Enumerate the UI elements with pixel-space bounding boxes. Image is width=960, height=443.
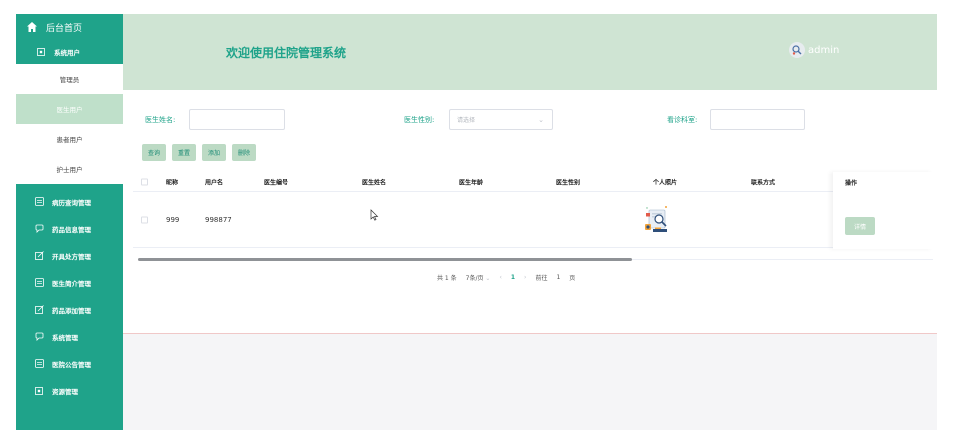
- reset-button[interactable]: 重置: [172, 144, 197, 161]
- next-page-button[interactable]: ›: [524, 274, 526, 281]
- cell-nickname: 999: [166, 215, 180, 224]
- page-number-1[interactable]: 1: [511, 274, 515, 281]
- query-button[interactable]: 查询: [142, 144, 167, 161]
- col-doctor-name: 医生姓名: [362, 179, 387, 186]
- page-size-select[interactable]: 7条/页 ⌄: [466, 273, 491, 282]
- square-icon: [34, 386, 44, 396]
- gender-label: 医生性别:: [404, 116, 435, 124]
- doctor-name-input[interactable]: [189, 109, 285, 130]
- sidebar-item-label: 病历查询管理: [52, 198, 91, 207]
- pagination-total: 共 1 条: [437, 275, 457, 282]
- username: admin: [808, 44, 840, 56]
- goto-label: 前往: [535, 275, 548, 282]
- sidebar-item-resources[interactable]: 资源管理: [16, 377, 123, 404]
- col-action: 操作: [845, 180, 858, 187]
- sidebar-item-nurse-user[interactable]: 护士用户: [16, 154, 123, 184]
- chat-icon: [34, 224, 44, 234]
- delete-button[interactable]: 删除: [232, 144, 257, 161]
- sidebar-home[interactable]: 后台首页: [16, 14, 123, 40]
- page-title: 欢迎使用住院管理系统: [226, 46, 347, 60]
- home-icon: [26, 21, 38, 33]
- app-root: 后台首页 系统用户 管理员 医生用户 患者用户 护士用户 病历查询管理 药品信息…: [0, 0, 960, 443]
- edit-icon: [34, 305, 44, 315]
- doctor-name-label: 医生姓名:: [145, 116, 176, 124]
- col-gender: 医生性别: [556, 179, 581, 186]
- sidebar-item-drug-info[interactable]: 药品信息管理: [16, 215, 123, 242]
- doctor-table: 昵称 用户名 医生编号 医生姓名 医生年龄 医生性别 个人照片 联系方式 999…: [133, 172, 933, 249]
- user-menu[interactable]: admin: [789, 42, 839, 58]
- col-contact: 联系方式: [751, 179, 776, 186]
- add-button[interactable]: 添加: [202, 144, 227, 161]
- col-nickname: 昵称: [166, 179, 179, 186]
- action-buttons: 查询 重置 添加 删除: [142, 144, 257, 161]
- sidebar-item-label: 资源管理: [52, 387, 78, 396]
- avatar: [789, 42, 805, 58]
- sidebar-item-label: 系统用户: [54, 49, 80, 57]
- sidebar-item-system[interactable]: 系统管理: [16, 323, 123, 350]
- doctor-photo: [641, 202, 675, 238]
- chat-icon: [34, 332, 44, 342]
- document-icon: [34, 278, 44, 288]
- sidebar-groups: 病历查询管理 药品信息管理 开具处方管理 医生简介管理 药品添加管理 系统管理: [16, 184, 123, 404]
- main-content: 医生姓名: 医生性别: 请选择 ⌄ 看诊科室: 查询 重置 添加 删除 昵称 用…: [123, 90, 937, 334]
- chevron-down-icon: ⌄: [538, 116, 544, 124]
- sidebar-item-admin[interactable]: 管理员: [16, 64, 123, 94]
- sidebar-item-drug-add[interactable]: 药品添加管理: [16, 296, 123, 323]
- mouse-cursor-icon: [370, 206, 379, 221]
- sidebar-item-doctor-user[interactable]: 医生用户: [16, 94, 123, 124]
- chevron-down-icon: ⌄: [485, 275, 491, 282]
- detail-button[interactable]: 详情: [845, 217, 875, 235]
- row-checkbox[interactable]: [141, 216, 148, 223]
- prev-page-button[interactable]: ‹: [499, 274, 501, 281]
- edit-icon: [34, 251, 44, 261]
- document-icon: [34, 359, 44, 369]
- sidebar-item-label: 药品添加管理: [52, 306, 91, 315]
- dept-input[interactable]: [710, 109, 805, 130]
- col-age: 医生年龄: [459, 179, 484, 186]
- sidebar-item-label: 医院公告管理: [52, 360, 91, 369]
- document-icon: [34, 197, 44, 207]
- horizontal-scrollbar[interactable]: [138, 258, 632, 261]
- sidebar-item-records[interactable]: 病历查询管理: [16, 188, 123, 215]
- goto-input[interactable]: 1: [556, 274, 560, 281]
- sidebar: 后台首页 系统用户 管理员 医生用户 患者用户 护士用户 病历查询管理 药品信息…: [16, 14, 123, 430]
- sidebar-item-label: 药品信息管理: [52, 225, 91, 234]
- sidebar-item-system-user[interactable]: 系统用户: [16, 40, 123, 64]
- sidebar-home-label: 后台首页: [46, 23, 83, 34]
- submenu: 管理员 医生用户 患者用户 护士用户: [16, 64, 123, 184]
- header: 欢迎使用住院管理系统 admin: [123, 14, 937, 90]
- sidebar-item-label: 开具处方管理: [52, 252, 91, 261]
- gender-select[interactable]: 请选择 ⌄: [449, 109, 553, 130]
- sidebar-item-doctor-intro[interactable]: 医生简介管理: [16, 269, 123, 296]
- empty-area: [123, 334, 937, 430]
- col-photo: 个人照片: [653, 179, 678, 186]
- cell-username: 998877: [205, 215, 232, 224]
- gender-placeholder: 请选择: [457, 117, 476, 124]
- page-size-value: 7条/页: [465, 275, 484, 282]
- square-icon: [36, 47, 46, 57]
- col-doctor-no: 医生编号: [264, 179, 289, 186]
- sidebar-item-label: 系统管理: [52, 333, 78, 342]
- sidebar-item-notice[interactable]: 医院公告管理: [16, 350, 123, 377]
- dept-label: 看诊科室:: [667, 116, 698, 124]
- sidebar-item-label: 医生简介管理: [52, 279, 91, 288]
- sidebar-item-prescription[interactable]: 开具处方管理: [16, 242, 123, 269]
- sidebar-item-patient-user[interactable]: 患者用户: [16, 124, 123, 154]
- pagination: 共 1 条 7条/页 ⌄ ‹ 1 › 前往 1 页: [437, 273, 575, 282]
- table-header: 昵称 用户名 医生编号 医生姓名 医生年龄 医生性别 个人照片 联系方式: [133, 172, 933, 192]
- filter-bar: 医生姓名: 医生性别: 请选择 ⌄ 看诊科室:: [123, 109, 937, 131]
- table-row: 999 998877: [133, 192, 933, 248]
- col-username: 用户名: [205, 179, 224, 186]
- select-all-checkbox[interactable]: [141, 178, 148, 185]
- page-unit: 页: [569, 275, 576, 282]
- operation-column: 操作 详情: [833, 172, 933, 249]
